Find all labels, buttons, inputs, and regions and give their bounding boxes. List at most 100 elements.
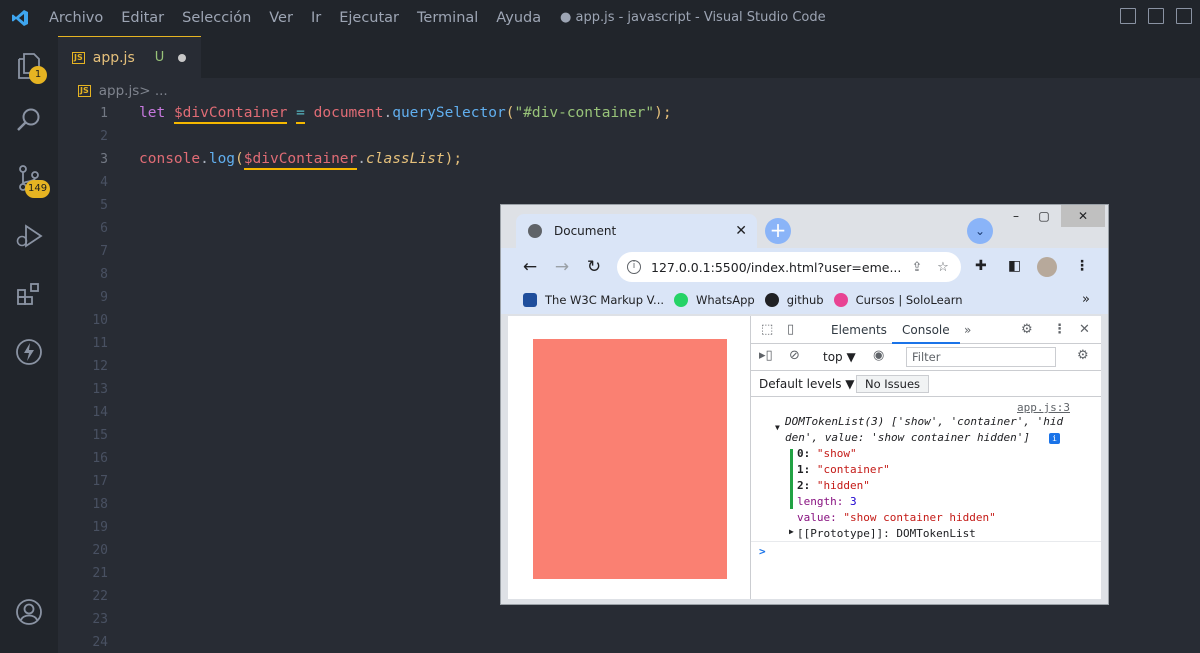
length-entry: length: 3	[797, 495, 857, 508]
menu-seleccion[interactable]: Selección	[173, 10, 260, 26]
url-text: 127.0.0.1:5500/index.html?user=eme...	[651, 259, 902, 275]
line-number: 4	[100, 175, 108, 190]
devtools-menu-icon[interactable]: ⋮	[1053, 322, 1066, 337]
settings-gear-icon[interactable]: ⚙	[1021, 322, 1033, 337]
browser-window: Document ✕ + ⌄ – ▢ ✕ ← → ↻ i 127.0.0.1:5…	[500, 204, 1109, 605]
explorer-icon[interactable]: 1	[11, 48, 47, 84]
inspect-element-icon[interactable]: ⬚	[761, 322, 773, 337]
github-icon	[764, 293, 779, 307]
prototype-expand-icon[interactable]: ▶	[789, 527, 794, 536]
line-number: 1	[100, 106, 108, 121]
bookmark-sololearn[interactable]: Cursos | SoloLearn	[833, 293, 963, 307]
untracked-indicator: U	[154, 50, 165, 65]
breadcrumb: JS app.js > ...	[78, 80, 168, 102]
console-settings-icon[interactable]: ⚙	[1077, 348, 1089, 363]
line-number: 24	[92, 635, 108, 650]
title-bar: Archivo Editar Selección Ver Ir Ejecutar…	[0, 0, 1200, 36]
site-info-icon[interactable]: i	[627, 260, 641, 274]
live-expression-eye-icon[interactable]: ◉	[873, 348, 884, 363]
sidebar-toggle-icon[interactable]: ▸▯	[759, 348, 773, 363]
breadcrumb-file[interactable]: app.js	[99, 83, 140, 99]
console-prompt[interactable]: >	[759, 545, 766, 558]
forward-icon[interactable]: →	[551, 256, 573, 278]
js-file-icon: JS	[72, 51, 85, 64]
log-levels-dropdown[interactable]: Default levels ▼	[759, 377, 855, 391]
source-link[interactable]: app.js:3	[1017, 401, 1070, 414]
menu-archivo[interactable]: Archivo	[40, 10, 112, 26]
clear-console-icon[interactable]: ⊘	[789, 348, 800, 363]
more-bookmarks-icon[interactable]: »	[1082, 292, 1090, 307]
tab-console[interactable]: Console	[892, 316, 960, 344]
issues-button[interactable]: No Issues	[856, 375, 930, 393]
toggle-panel-icon[interactable]	[1148, 8, 1164, 24]
line-number: 3	[100, 152, 108, 167]
more-tabs-icon[interactable]: »	[964, 316, 971, 344]
bookmark-github[interactable]: github	[764, 293, 824, 307]
address-bar[interactable]: i 127.0.0.1:5500/index.html?user=eme... …	[617, 252, 961, 282]
w3c-icon	[523, 293, 537, 307]
menu-ayuda[interactable]: Ayuda	[487, 10, 550, 26]
maximize-button[interactable]: ▢	[1029, 205, 1059, 227]
info-icon[interactable]: i	[1049, 433, 1060, 444]
prototype-entry[interactable]: [[Prototype]]: DOMTokenList	[797, 527, 976, 540]
line-number: 9	[100, 290, 108, 305]
filter-input[interactable]: Filter	[906, 347, 1056, 367]
run-debug-icon[interactable]	[11, 218, 47, 254]
breadcrumb-more[interactable]: > ...	[139, 83, 167, 99]
extensions-puzzle-icon[interactable]: ✚	[975, 258, 987, 274]
menu-ir[interactable]: Ir	[302, 10, 330, 26]
menu-ejecutar[interactable]: Ejecutar	[330, 10, 408, 26]
whatsapp-icon	[674, 293, 689, 307]
page-viewport	[508, 316, 750, 599]
line-number: 10	[92, 313, 108, 328]
log-summary-line-1[interactable]: DOMTokenList(3) ['show', 'container', 'h…	[785, 415, 1063, 428]
reload-icon[interactable]: ↻	[583, 256, 605, 278]
log-summary-line-2[interactable]: den', value: 'show container hidden']	[785, 431, 1030, 444]
entry-1: 1: "container"	[797, 463, 890, 476]
globe-icon	[528, 224, 542, 238]
kebab-menu-icon[interactable]: ⋮	[1075, 258, 1089, 274]
menu-editar[interactable]: Editar	[112, 10, 173, 26]
line-number: 13	[92, 382, 108, 397]
tab-app-js[interactable]: JS app.js U	[58, 36, 201, 78]
tab-label: app.js	[92, 49, 135, 66]
toggle-secondary-sidebar-icon[interactable]	[1176, 8, 1192, 24]
expand-triangle-icon[interactable]: ▼	[775, 423, 780, 432]
new-tab-button[interactable]: +	[765, 218, 791, 244]
bookmark-star-icon[interactable]: ☆	[935, 260, 951, 275]
bookmark-whatsapp[interactable]: WhatsApp	[674, 293, 755, 307]
var-divcontainer-ref: $divContainer	[243, 151, 358, 170]
js-file-icon: JS	[78, 85, 91, 97]
extensions-icon[interactable]	[11, 276, 47, 312]
browser-tab-document[interactable]: Document ✕	[516, 214, 757, 248]
close-devtools-icon[interactable]: ✕	[1079, 322, 1090, 337]
back-icon[interactable]: ←	[519, 256, 541, 278]
device-toolbar-icon[interactable]: ▯	[787, 322, 794, 337]
source-control-icon[interactable]: 149	[11, 160, 51, 198]
bookmark-w3c[interactable]: The W3C Markup V...	[523, 293, 664, 307]
line-number: 20	[92, 543, 108, 558]
line-number: 12	[92, 359, 108, 374]
tab-search-icon[interactable]: ⌄	[967, 218, 993, 244]
live-server-icon[interactable]	[11, 334, 47, 370]
account-icon[interactable]	[11, 594, 47, 630]
close-window-button[interactable]: ✕	[1061, 205, 1105, 227]
unsaved-dot-icon[interactable]	[178, 53, 187, 62]
line-number: 21	[92, 566, 108, 581]
menu-terminal[interactable]: Terminal	[408, 10, 487, 26]
toggle-sidebar-icon[interactable]	[1120, 8, 1136, 24]
line-number: 2	[100, 129, 108, 144]
search-icon[interactable]	[11, 102, 47, 138]
close-tab-icon[interactable]: ✕	[735, 223, 747, 239]
line-number: 19	[92, 520, 108, 535]
value-entry: value: "show container hidden"	[797, 511, 996, 524]
minimize-button[interactable]: –	[1001, 205, 1031, 227]
share-icon[interactable]: ⇪	[909, 260, 925, 275]
menu-ver[interactable]: Ver	[260, 10, 302, 26]
context-selector[interactable]: top ▼	[823, 350, 856, 364]
side-panel-icon[interactable]: ◧	[1008, 258, 1021, 274]
profile-avatar[interactable]	[1037, 257, 1057, 277]
window-title: ● app.js - javascript - Visual Studio Co…	[560, 10, 826, 25]
scm-badge: 149	[25, 180, 51, 198]
tab-elements[interactable]: Elements	[831, 316, 887, 344]
